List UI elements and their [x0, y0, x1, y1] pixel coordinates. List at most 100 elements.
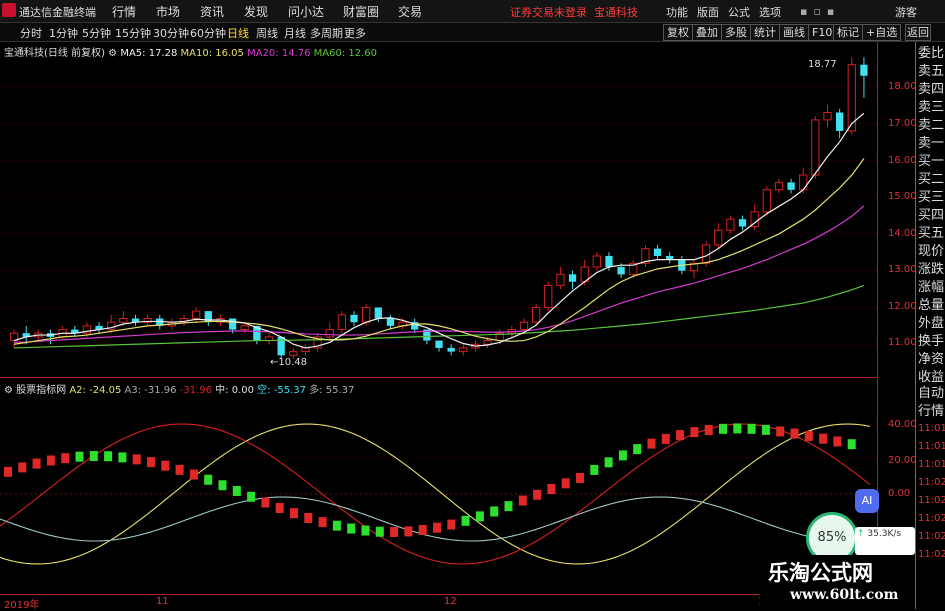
indicator-block — [819, 433, 828, 444]
menu-item-hangqing[interactable]: 行情 — [112, 3, 136, 20]
period-fenshi[interactable]: 分时 — [20, 25, 42, 41]
biaoji-button[interactable]: 标记 — [833, 24, 863, 41]
period-30min[interactable]: 30分钟 — [153, 25, 189, 41]
indicator-block — [89, 451, 98, 462]
indicator-block — [661, 433, 670, 444]
menu-item-shichang[interactable]: 市场 — [156, 3, 180, 20]
trade-login-notice[interactable]: 证券交易未登录 宝通科技 — [510, 4, 638, 20]
indicator-block — [747, 423, 756, 434]
candle — [313, 333, 322, 352]
indicator-block — [804, 431, 813, 442]
indicator-block — [447, 519, 456, 530]
huaxian-button[interactable]: 画线 — [779, 24, 809, 41]
candle — [95, 322, 103, 334]
ai-assistant-button[interactable]: AI — [855, 489, 879, 513]
low-price-value: 10.48 — [278, 357, 308, 368]
low-price-mark: ←10.48 — [270, 357, 308, 368]
period-15min[interactable]: 15分钟 — [115, 25, 151, 41]
price-tick: 14.00 — [888, 228, 917, 239]
time-tick: 11:02 — [918, 495, 945, 506]
diejia-button[interactable]: 叠加 — [692, 24, 722, 41]
indicator-block — [833, 436, 842, 447]
indicator-block — [461, 515, 470, 526]
indicator-block — [175, 464, 184, 475]
indicator-block — [676, 430, 685, 441]
candle — [641, 244, 650, 268]
menu-gongneng[interactable]: 功能 — [666, 4, 688, 20]
period-week[interactable]: 周线 — [256, 25, 278, 41]
menu-item-wenxiaoda[interactable]: 问小达 — [288, 3, 324, 20]
candle — [774, 178, 784, 194]
period-60min[interactable]: 60分钟 — [190, 25, 226, 41]
watermark-url: www.60lt.com — [790, 587, 899, 603]
indicator-tick: 0.00 — [888, 488, 911, 499]
tongji-button[interactable]: 统计 — [750, 24, 780, 41]
period-month[interactable]: 月线 — [284, 25, 306, 41]
quote-label[interactable]: 自动 — [918, 386, 944, 402]
candle — [750, 204, 759, 231]
period-day[interactable]: 日线 — [227, 25, 249, 41]
indicator-block — [347, 523, 356, 534]
indicator-block — [218, 480, 227, 491]
candle — [143, 314, 152, 326]
candle — [325, 322, 334, 341]
period-multi[interactable]: 多周期 — [310, 25, 343, 41]
indicator-block — [433, 522, 441, 533]
price-tick: 17.00 — [888, 118, 917, 129]
indicator-svg[interactable] — [0, 379, 877, 594]
period-more[interactable]: 更多 — [344, 25, 366, 41]
period-5min[interactable]: 5分钟 — [82, 25, 111, 41]
window-controls[interactable]: ▪▫▪ — [800, 5, 840, 18]
indicator-block — [690, 427, 699, 438]
price-tick: 18.00 — [888, 81, 917, 92]
time-tick: 11:01 — [918, 459, 945, 470]
price-chart-svg[interactable] — [0, 42, 877, 377]
duogu-button[interactable]: 多股 — [721, 24, 751, 41]
price-tick: 11.00 — [888, 337, 917, 348]
back-button[interactable]: 返回 — [905, 24, 931, 41]
indicator-block — [561, 478, 570, 489]
indicator-block — [247, 491, 256, 502]
indicator-block — [547, 484, 556, 495]
indicator-block — [604, 457, 613, 468]
candle — [689, 259, 699, 279]
indicator-block — [261, 497, 270, 508]
quote-label: 卖一 — [918, 136, 945, 151]
indicator-tick: 40.00 — [888, 419, 917, 430]
app-title: 通达信金融终端 — [19, 6, 96, 19]
network-speed-text: 35.3K/s — [867, 529, 902, 539]
indicator-block — [18, 462, 27, 473]
price-tick: 13.00 — [888, 264, 917, 275]
menu-gongshi[interactable]: 公式 — [728, 4, 750, 20]
indicator-block — [733, 423, 742, 434]
indicator-block — [704, 425, 713, 436]
ma10-line — [13, 158, 865, 345]
menu-item-jiaoyi[interactable]: 交易 — [398, 3, 422, 20]
quote-label: 卖四 — [918, 82, 945, 97]
indicator-block — [4, 466, 12, 477]
quote-label: 换手 — [918, 334, 945, 349]
menu-item-faxian[interactable]: 发现 — [244, 3, 268, 20]
indicator-block — [533, 489, 542, 500]
candle — [762, 186, 771, 216]
fuquan-button[interactable]: 复权 — [663, 24, 693, 41]
menu-xuanxiang[interactable]: 选项 — [759, 4, 781, 20]
indicator-block — [375, 526, 384, 537]
watermark-title: 乐淘公式网 — [768, 560, 873, 585]
time-tick: 11:02 — [918, 549, 945, 560]
add-watchlist-button[interactable]: +自选 — [862, 24, 902, 41]
indicator-block — [332, 520, 341, 531]
menu-banmian[interactable]: 版面 — [697, 4, 719, 20]
indicator-block — [32, 458, 41, 469]
indicator-block — [390, 526, 399, 537]
quote-label[interactable]: 行情 — [918, 404, 944, 420]
ma60-line — [14, 284, 865, 349]
indicator-block — [61, 453, 70, 464]
guest-login[interactable]: 游客 — [895, 4, 917, 20]
period-1min[interactable]: 1分钟 — [49, 25, 78, 41]
menu-item-caifuquan[interactable]: 财富圈 — [343, 3, 379, 20]
indicator-block — [590, 464, 599, 475]
indicator-block — [404, 526, 413, 537]
menu-item-zixun[interactable]: 资讯 — [200, 3, 224, 20]
candle — [411, 318, 419, 334]
